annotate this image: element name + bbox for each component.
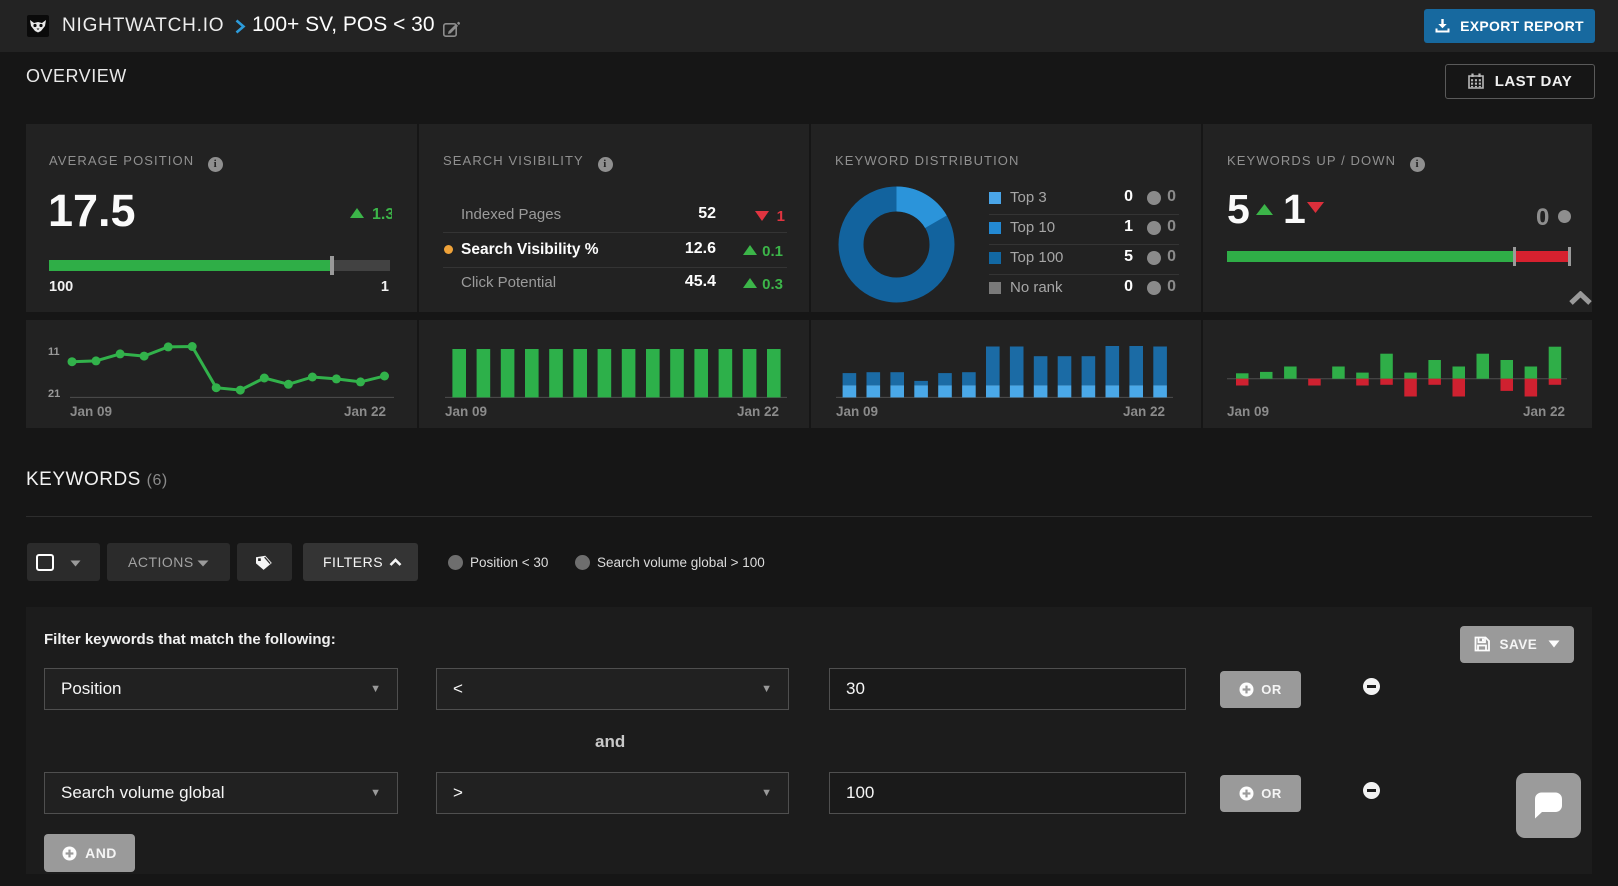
svg-text:1: 1: [777, 208, 785, 223]
svg-text:0.3: 0.3: [762, 276, 783, 291]
svg-text:0.1: 0.1: [762, 243, 783, 258]
svg-text:1.3: 1.3: [372, 206, 392, 222]
